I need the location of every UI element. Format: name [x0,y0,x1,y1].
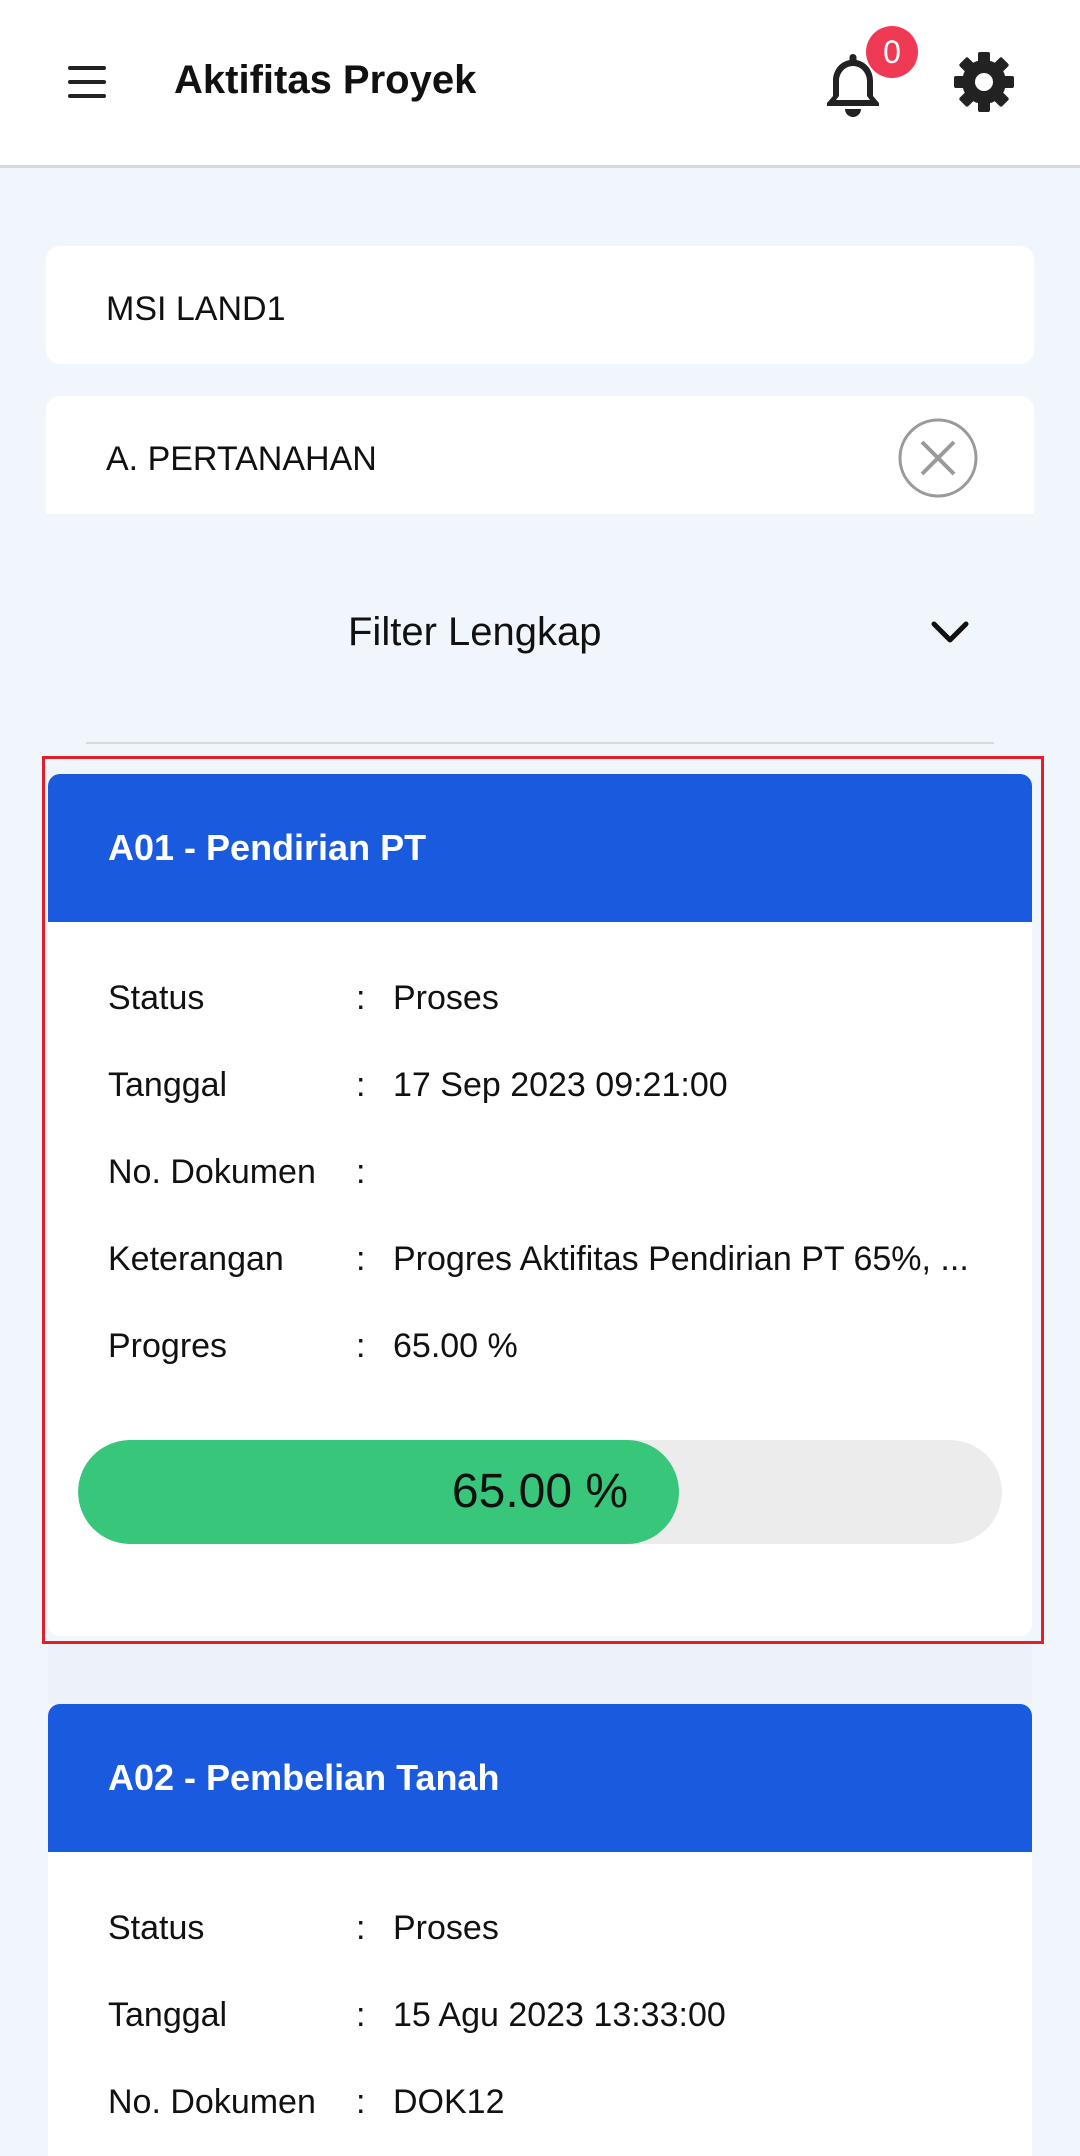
progress-bar-label: 65.00 % [451,1465,629,1518]
project-value: MSI LAND1 [106,290,286,328]
document-label: No. Dokumen [108,1153,316,1191]
colon: : [356,2083,366,2121]
status-value: Proses [393,1909,499,1947]
progress-bar: 65.00 % [78,1440,1002,1544]
document-label: No. Dokumen [108,2083,316,2121]
colon: : [356,1327,366,1365]
card-title: A01 - Pendirian PT [48,774,1032,922]
chevron-down-icon [928,612,972,652]
description-value: Progres Aktifitas Pendirian PT 65%, ... [393,1240,969,1278]
colon: : [356,979,366,1017]
page-title: Aktifitas Proyek [174,58,477,102]
menu-icon[interactable] [60,60,112,104]
clear-circle-icon[interactable] [898,418,978,498]
status-label: Status [108,1909,205,1947]
colon: : [356,1909,366,1947]
card-spacer [48,1642,1032,1704]
colon: : [356,1240,366,1278]
status-value: Proses [393,979,499,1017]
category-select[interactable]: A. PERTANAHAN [46,396,1034,514]
activity-screen: Aktifitas Proyek 0 MSI LAND1 A. PERTANAH… [0,0,1080,2156]
progress-label: Progres [108,1327,228,1365]
date-label: Tanggal [108,1996,228,2034]
project-select[interactable]: MSI LAND1 [46,246,1034,364]
activity-card[interactable]: A02 - Pembelian Tanah Status : Proses Ta… [48,1704,1032,2156]
status-label: Status [108,979,205,1017]
app-header: Aktifitas Proyek 0 [0,0,1080,168]
description-label: Keterangan [108,1240,284,1278]
colon: : [356,1996,366,2034]
progress-value: 65.00 % [393,1327,518,1365]
filter-toggle-label: Filter Lengkap [348,610,602,654]
date-label: Tanggal [108,1066,228,1104]
activity-card[interactable]: A01 - Pendirian PT Status : Proses Tangg… [48,774,1032,1636]
gear-icon[interactable] [950,48,1018,116]
notification-badge: 0 [866,26,918,78]
divider [86,742,994,744]
card-title: A02 - Pembelian Tanah [48,1704,1032,1852]
date-value: 15 Agu 2023 13:33:00 [393,1996,726,2034]
category-value: A. PERTANAHAN [106,440,377,478]
date-value: 17 Sep 2023 09:21:00 [393,1066,728,1104]
document-value: DOK12 [393,2083,505,2121]
colon: : [356,1066,366,1104]
colon: : [356,1153,366,1191]
filter-toggle[interactable]: Filter Lengkap [86,588,994,678]
